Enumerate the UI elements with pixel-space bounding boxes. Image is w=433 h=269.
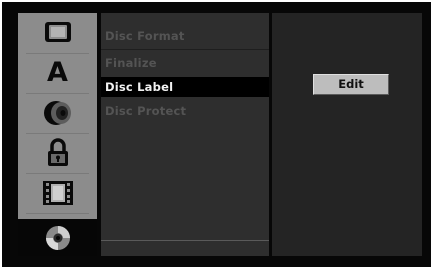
padlock-icon	[47, 138, 68, 166]
film-icon	[42, 181, 73, 205]
menu-item-finalize[interactable]: Finalize	[101, 53, 269, 73]
options-panel: Edit	[272, 13, 422, 256]
disc-icon	[45, 225, 70, 250]
menu-divider	[101, 49, 269, 50]
menu-item-disc-format[interactable]: Disc Format	[101, 26, 269, 46]
sidebar-item-recording[interactable]	[18, 177, 97, 209]
sidebar-item-display[interactable]	[18, 16, 97, 48]
sidebar-divider	[26, 53, 89, 54]
sidebar-divider	[26, 133, 89, 134]
speaker-icon	[43, 101, 71, 125]
sidebar-item-lock[interactable]	[18, 137, 97, 169]
disc-menu-panel: Disc Format Finalize Disc Label Disc Pro…	[101, 13, 269, 256]
sidebar-divider	[26, 93, 89, 94]
menu-bottom-line	[101, 240, 269, 241]
setup-menu-frame: A Disc Format Finalize Disc Label Disc P…	[2, 2, 431, 267]
sidebar-item-disc[interactable]	[18, 219, 97, 256]
edit-button[interactable]: Edit	[313, 74, 389, 95]
language-icon: A	[47, 57, 68, 88]
sidebar-item-language[interactable]: A	[18, 57, 97, 89]
category-sidebar: A	[18, 13, 97, 256]
sidebar-item-audio[interactable]	[18, 97, 97, 129]
tv-screen-icon	[44, 22, 71, 42]
menu-item-disc-protect[interactable]: Disc Protect	[101, 101, 269, 121]
sidebar-divider	[26, 173, 89, 174]
menu-item-disc-label[interactable]: Disc Label	[101, 77, 269, 97]
sidebar-divider	[26, 213, 89, 214]
